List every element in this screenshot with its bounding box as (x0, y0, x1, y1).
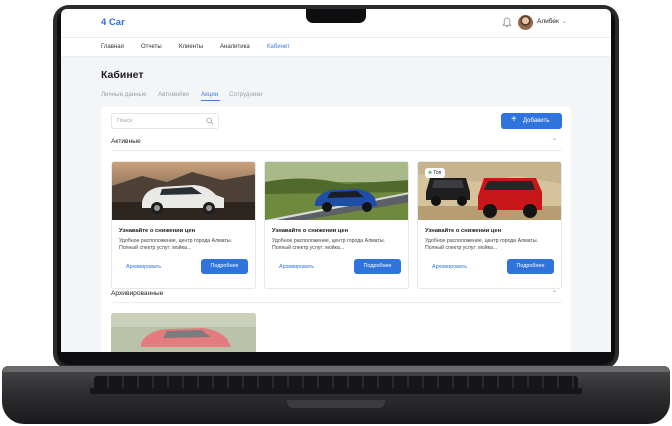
promo-image-blue-car (265, 162, 408, 220)
section-archived-title: Архивированные (111, 290, 164, 297)
top-badge-label: Топ (433, 170, 442, 176)
leaf-icon: ❀ (428, 170, 433, 176)
archived-promo-image (111, 313, 256, 352)
card-title: Узнавайте о снижении цен (119, 228, 196, 234)
plus-icon: + (511, 114, 517, 125)
promo-card: Узнавайте о снижении цен Удобное располо… (111, 161, 256, 289)
laptop-hinge (2, 366, 670, 372)
nav-item-analytics[interactable]: Аналитика (220, 44, 250, 50)
details-button[interactable]: Подробнее (507, 259, 554, 274)
promo-image-suv (112, 162, 255, 220)
nav-item-home[interactable]: Главная (101, 44, 124, 50)
nav-item-clients[interactable]: Клиенты (179, 44, 203, 50)
laptop-base (2, 366, 670, 424)
trackpad (287, 400, 385, 408)
card-title: Узнавайте о снижении цен (425, 228, 502, 234)
camera-notch (306, 9, 366, 23)
active-tab-indicator (201, 100, 220, 101)
tab-promotions[interactable]: Акции (201, 91, 218, 98)
avatar[interactable] (518, 15, 533, 30)
promo-card: Узнавайте о снижении цен Удобное располо… (264, 161, 409, 289)
chevron-down-icon[interactable]: ⌄ (562, 18, 567, 25)
archive-link[interactable]: Архивировать (279, 264, 314, 270)
details-button[interactable]: Подробнее (201, 259, 248, 274)
tab-personal-data[interactable]: Личные данные (101, 91, 147, 98)
add-button-label: Добавить (523, 117, 550, 124)
card-description: Удобное расположение, центр города Алмат… (272, 238, 385, 251)
details-button[interactable]: Подробнее (354, 259, 401, 274)
tab-car-washes[interactable]: Автомойки (158, 91, 189, 98)
keyboard-row (90, 388, 582, 394)
add-button[interactable]: + Добавить (501, 113, 562, 129)
section-active-title: Активные (111, 138, 141, 145)
divider (111, 302, 562, 303)
app-logo[interactable]: 4 Car (101, 17, 125, 28)
search-placeholder: Поиск (117, 118, 133, 124)
search-icon (206, 117, 214, 125)
divider (111, 150, 562, 151)
archive-link[interactable]: Архивировать (126, 264, 161, 270)
nav-item-cabinet[interactable]: Кабинет (267, 44, 290, 50)
page-title: Кабинет (101, 69, 144, 81)
chevron-up-icon[interactable]: ⌃ (552, 290, 557, 297)
card-description: Удобное расположение, центр города Алмат… (425, 238, 538, 251)
card-description: Удобное расположение, центр города Алмат… (119, 238, 232, 251)
chevron-up-icon[interactable]: ⌃ (552, 138, 557, 145)
tab-employees[interactable]: Сотрудники (229, 91, 263, 98)
archive-link[interactable]: Архивировать (432, 264, 467, 270)
user-name[interactable]: Алибек (537, 18, 559, 25)
nav-item-reports[interactable]: Отчеты (141, 44, 162, 50)
top-badge: ❀Топ (425, 168, 446, 178)
promo-card: ❀Топ Узнавайте о снижении цен Удобное ра… (417, 161, 562, 289)
card-title: Узнавайте о снижении цен (272, 228, 349, 234)
search-input[interactable]: Поиск (111, 113, 219, 129)
main-nav: Главная Отчеты Клиенты Аналитика Кабинет (61, 37, 611, 57)
app-screen: 4 Car Алибек ⌄ Главная Отчеты Клиенты Ан… (61, 9, 611, 352)
bell-icon[interactable] (502, 17, 512, 28)
